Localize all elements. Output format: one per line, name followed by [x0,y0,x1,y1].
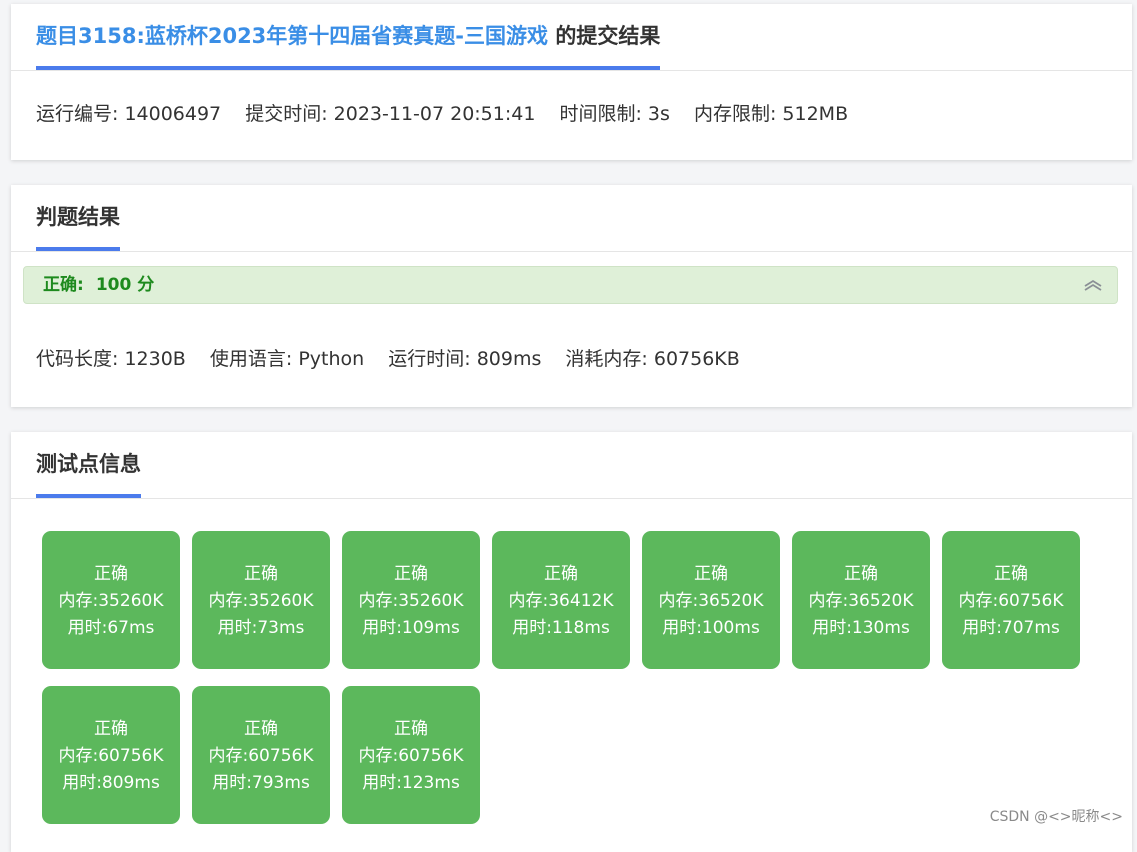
memory-used: 消耗内存: 60756KB [565,348,740,370]
test-point-4[interactable]: 正确 内存:36412K 用时:118ms [492,531,630,669]
tests-card-header: 测试点信息 [11,432,1132,499]
test-memory: 内存:36412K [508,591,614,611]
test-status: 正确 [694,564,728,584]
test-status: 正确 [94,719,128,739]
test-time: 用时:809ms [62,773,160,793]
code-length: 代码长度: 1230B [36,348,186,370]
test-memory: 内存:60756K [208,746,314,766]
test-memory: 内存:60756K [58,746,164,766]
test-time: 用时:130ms [812,618,910,638]
judge-meta: 代码长度: 1230B 使用语言: Python 运行时间: 809ms 消耗内… [36,344,758,371]
title-suffix: 的提交结果 [548,24,661,48]
test-time: 用时:100ms [662,618,760,638]
test-status: 正确 [394,719,428,739]
test-point-10[interactable]: 正确 内存:60756K 用时:123ms [342,686,480,824]
test-status: 正确 [394,564,428,584]
test-point-5[interactable]: 正确 内存:36520K 用时:100ms [642,531,780,669]
time-limit: 时间限制: 3s [559,103,670,125]
test-point-6[interactable]: 正确 内存:36520K 用时:130ms [792,531,930,669]
test-time: 用时:109ms [362,618,460,638]
result-status-bar[interactable]: 正确: 100 分 [23,266,1118,304]
test-point-3[interactable]: 正确 内存:35260K 用时:109ms [342,531,480,669]
test-memory: 内存:35260K [58,591,164,611]
submission-card-header: 题目3158:蓝桥杯2023年第十四届省赛真题-三国游戏 的提交结果 [11,4,1132,71]
test-memory: 内存:60756K [958,591,1064,611]
page-title: 题目3158:蓝桥杯2023年第十四届省赛真题-三国游戏 的提交结果 [36,4,661,70]
tests-section-title: 测试点信息 [36,432,141,498]
test-status: 正确 [994,564,1028,584]
test-point-7[interactable]: 正确 内存:60756K 用时:707ms [942,531,1080,669]
submission-card: 题目3158:蓝桥杯2023年第十四届省赛真题-三国游戏 的提交结果 运行编号:… [11,4,1132,160]
test-point-1[interactable]: 正确 内存:35260K 用时:67ms [42,531,180,669]
collapse-chevron-up-icon[interactable] [1083,277,1103,293]
test-memory: 内存:35260K [358,591,464,611]
memory-limit: 内存限制: 512MB [693,103,849,125]
test-points-card: 测试点信息 正确 内存:35260K 用时:67ms 正确 内存:35260K … [11,432,1132,852]
test-point-8[interactable]: 正确 内存:60756K 用时:809ms [42,686,180,824]
test-time: 用时:118ms [512,618,610,638]
test-time: 用时:123ms [362,773,460,793]
test-status: 正确 [544,564,578,584]
judge-section-title: 判题结果 [36,185,120,251]
run-time: 运行时间: 809ms [388,348,542,370]
csdn-watermark: CSDN @<>昵称<> [989,809,1123,825]
run-id: 运行编号: 14006497 [36,103,222,125]
submission-meta: 运行编号: 14006497 提交时间: 2023-11-07 20:51:41… [36,99,866,126]
test-status: 正确 [244,719,278,739]
test-time: 用时:793ms [212,773,310,793]
problem-title-link[interactable]: 题目3158:蓝桥杯2023年第十四届省赛真题-三国游戏 [36,24,548,48]
test-memory: 内存:35260K [208,591,314,611]
test-status: 正确 [844,564,878,584]
result-status: 正确: 100 分 [43,267,154,303]
test-memory: 内存:60756K [358,746,464,766]
judge-result-card: 判题结果 正确: 100 分 代码长度: 1230B 使用语言: Python 运… [11,185,1132,407]
status-label: 正确: [43,275,84,295]
test-memory: 内存:36520K [808,591,914,611]
judge-card-header: 判题结果 [11,185,1132,252]
test-time: 用时:67ms [67,618,155,638]
test-status: 正确 [94,564,128,584]
test-status: 正确 [244,564,278,584]
test-memory: 内存:36520K [658,591,764,611]
test-time: 用时:73ms [217,618,305,638]
test-point-2[interactable]: 正确 内存:35260K 用时:73ms [192,531,330,669]
submit-time: 提交时间: 2023-11-07 20:51:41 [245,103,536,125]
test-time: 用时:707ms [962,618,1060,638]
test-point-9[interactable]: 正确 内存:60756K 用时:793ms [192,686,330,824]
score-value: 100 分 [95,275,155,295]
language: 使用语言: Python [209,348,365,370]
